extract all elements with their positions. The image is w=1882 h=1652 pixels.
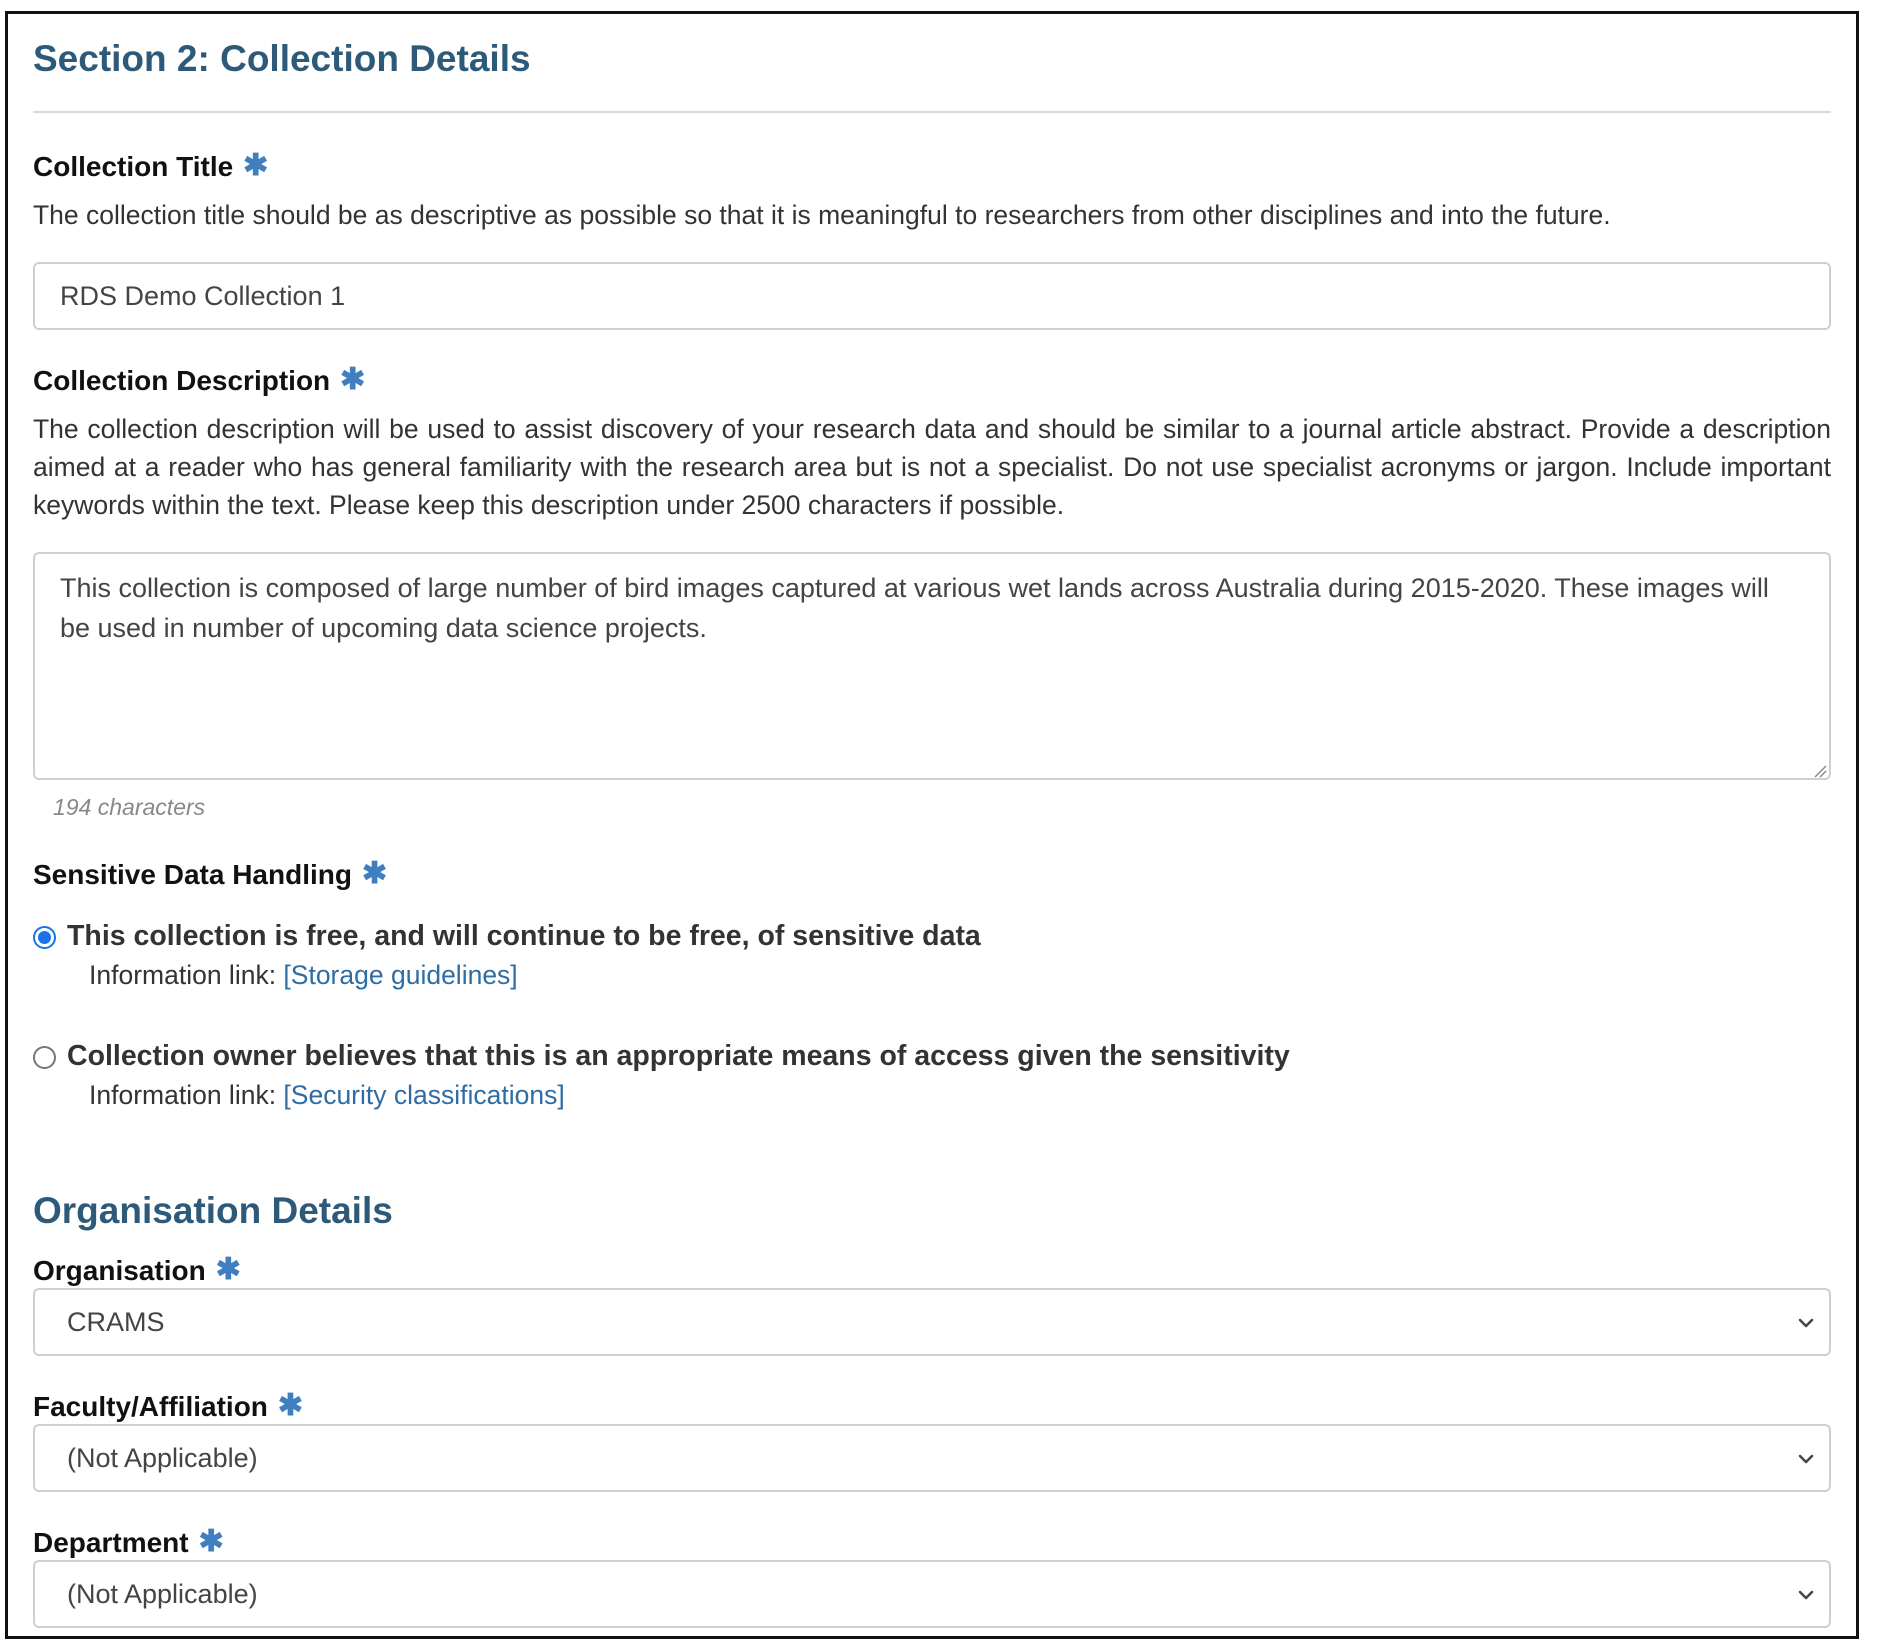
storage-info-line: Information link: [Storage guidelines] (89, 960, 518, 991)
faculty-label-text: Faculty/Affiliation (33, 1391, 268, 1422)
collection-title-input[interactable]: RDS Demo Collection 1 (33, 262, 1831, 330)
faculty-select-value: (Not Applicable) (67, 1443, 258, 1473)
divider (33, 111, 1831, 113)
character-count: 194 characters (53, 794, 206, 820)
collection-description-label-text: Collection Description (33, 365, 331, 396)
organisation-select[interactable]: CRAMS (33, 1288, 1831, 1356)
sensitive-data-label-text: Sensitive Data Handling (33, 859, 352, 890)
collection-description-help: The collection description will be used … (33, 414, 1831, 520)
resize-grip-icon[interactable] (1813, 764, 1827, 778)
chevron-down-icon (1798, 1454, 1814, 1464)
collection-title-label-text: Collection Title (33, 151, 234, 182)
collection-title-label: Collection Title ✱ (33, 148, 268, 183)
department-label: Department ✱ (33, 1524, 224, 1559)
department-select[interactable]: (Not Applicable) (33, 1560, 1831, 1628)
sensitive-data-label: Sensitive Data Handling ✱ (33, 856, 387, 891)
collection-description-label: Collection Description ✱ (33, 362, 365, 397)
department-select-value: (Not Applicable) (67, 1579, 258, 1609)
info-link-prefix: Information link: (89, 960, 284, 990)
security-info-line: Information link: [Security classificati… (89, 1080, 565, 1111)
radio-free-of-sensitive-data[interactable] (33, 926, 56, 949)
organisation-label: Organisation ✱ (33, 1252, 241, 1287)
collection-description-textarea[interactable]: This collection is composed of large num… (33, 552, 1831, 780)
required-star-icon: ✱ (277, 1389, 304, 1422)
faculty-label: Faculty/Affiliation ✱ (33, 1388, 303, 1423)
required-star-icon: ✱ (361, 857, 388, 890)
faculty-select[interactable]: (Not Applicable) (33, 1424, 1831, 1492)
chevron-down-icon (1798, 1590, 1814, 1600)
radio-appropriate-access[interactable] (33, 1046, 56, 1069)
required-star-icon: ✱ (215, 1253, 241, 1286)
info-link-prefix: Information link: (89, 1080, 284, 1110)
required-star-icon: ✱ (198, 1525, 224, 1558)
required-star-icon: ✱ (340, 363, 366, 396)
organisation-select-value: CRAMS (67, 1307, 165, 1337)
form-panel: Section 2: Collection Details Collection… (5, 11, 1859, 1639)
organisation-details-title: Organisation Details (33, 1190, 393, 1231)
radio-free-of-sensitive-data-label[interactable]: This collection is free, and will contin… (67, 920, 981, 953)
chevron-down-icon (1798, 1318, 1814, 1328)
department-label-text: Department (33, 1527, 189, 1558)
required-star-icon: ✱ (243, 149, 269, 182)
security-classifications-link[interactable]: [Security classifications] (283, 1080, 564, 1110)
radio-appropriate-access-label[interactable]: Collection owner believes that this is a… (67, 1040, 1290, 1073)
organisation-label-text: Organisation (33, 1255, 206, 1286)
storage-guidelines-link[interactable]: [Storage guidelines] (283, 960, 517, 990)
section-title: Section 2: Collection Details (33, 38, 531, 79)
collection-title-help: The collection title should be as descri… (33, 200, 1611, 230)
